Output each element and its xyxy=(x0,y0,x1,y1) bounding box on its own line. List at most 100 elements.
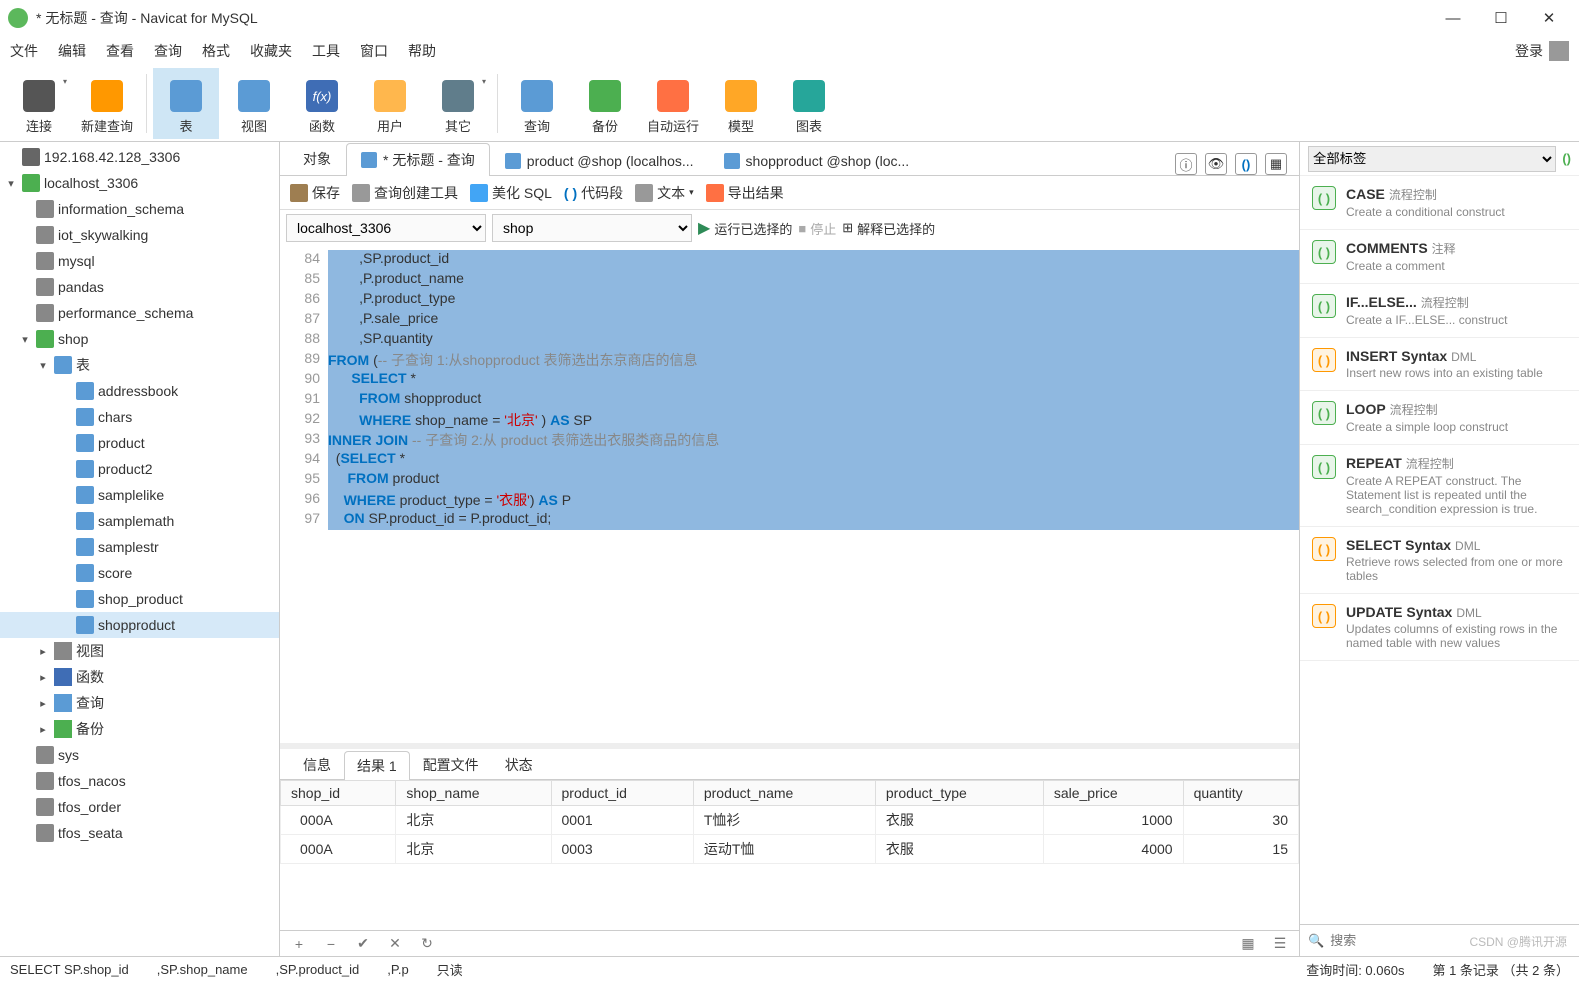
code-area[interactable]: ,SP.product_id ,P.product_name ,P.produc… xyxy=(328,246,1299,743)
table-item[interactable]: samplelike xyxy=(0,482,279,508)
menu-view[interactable]: 查看 xyxy=(106,41,134,61)
menu-edit[interactable]: 编辑 xyxy=(58,41,86,61)
connection-row: localhost_3306 shop ▶运行已选择的 ■停止 ⊞解释已选择的 xyxy=(280,210,1299,246)
db-item[interactable]: sys xyxy=(0,742,279,768)
connection-select[interactable]: localhost_3306 xyxy=(286,214,486,242)
snippet-item[interactable]: ( )INSERT SyntaxDMLInsert new rows into … xyxy=(1300,338,1579,391)
tb-chart[interactable]: 图表 xyxy=(776,68,842,139)
app-icon xyxy=(8,8,28,28)
snippet-item[interactable]: ( )IF...ELSE...流程控制Create a IF...ELSE...… xyxy=(1300,284,1579,338)
rtab-profile[interactable]: 配置文件 xyxy=(410,750,492,779)
stop-button[interactable]: ■停止 xyxy=(798,219,836,238)
db-item[interactable]: performance_schema xyxy=(0,300,279,326)
menu-format[interactable]: 格式 xyxy=(202,41,230,61)
snippet-item[interactable]: ( )CASE流程控制Create a conditional construc… xyxy=(1300,176,1579,230)
snippet-item[interactable]: ( )LOOP流程控制Create a simple loop construc… xyxy=(1300,391,1579,445)
tb-newquery[interactable]: 新建查询 xyxy=(74,68,140,139)
rtab-status[interactable]: 状态 xyxy=(492,750,546,779)
menu-tools[interactable]: 工具 xyxy=(312,41,340,61)
tb-model[interactable]: 模型 xyxy=(708,68,774,139)
save-button[interactable]: 保存 xyxy=(290,183,340,203)
snippet-item[interactable]: ( )REPEAT流程控制Create A REPEAT construct. … xyxy=(1300,445,1579,527)
refresh-button[interactable]: ↻ xyxy=(416,934,438,954)
backup-folder[interactable]: ▸备份 xyxy=(0,716,279,742)
minimize-button[interactable]: — xyxy=(1431,4,1475,32)
login-link[interactable]: 登录 xyxy=(1515,41,1543,61)
form-view-icon[interactable]: ☰ xyxy=(1269,934,1291,954)
table-item[interactable]: product2 xyxy=(0,456,279,482)
db-item[interactable]: information_schema xyxy=(0,196,279,222)
tb-user[interactable]: 用户 xyxy=(357,68,423,139)
rtab-result[interactable]: 结果 1 xyxy=(344,751,410,780)
snippet-item[interactable]: ( )SELECT SyntaxDMLRetrieve rows selecte… xyxy=(1300,527,1579,594)
tb-backup[interactable]: 备份 xyxy=(572,68,638,139)
conn-item[interactable]: 192.168.42.128_3306 xyxy=(0,144,279,170)
apply-button[interactable]: ✔ xyxy=(352,934,374,954)
run-button[interactable]: ▶运行已选择的 xyxy=(698,218,792,238)
status-sql: SELECT SP.shop_id xyxy=(10,962,129,977)
tb-function[interactable]: f(x)函数 xyxy=(289,68,355,139)
add-row-button[interactable]: + xyxy=(288,934,310,954)
table-item[interactable]: samplestr xyxy=(0,534,279,560)
menu-help[interactable]: 帮助 xyxy=(408,41,436,61)
tb-table[interactable]: 表 xyxy=(153,68,219,139)
tab-shopproduct[interactable]: shopproduct @shop (loc... xyxy=(709,146,925,175)
cancel-button[interactable]: ✕ xyxy=(384,934,406,954)
tab-objects[interactable]: 对象 xyxy=(288,142,346,175)
db-item[interactable]: pandas xyxy=(0,274,279,300)
snippet-button[interactable]: ( )代码段 xyxy=(564,183,623,203)
tb-query[interactable]: 查询 xyxy=(504,68,570,139)
tab-untitled-query[interactable]: * 无标题 - 查询 xyxy=(346,143,490,176)
table-item[interactable]: shop_product xyxy=(0,586,279,612)
database-select[interactable]: shop xyxy=(492,214,692,242)
sql-editor[interactable]: 8485868788899091929394959697 ,SP.product… xyxy=(280,246,1299,743)
eye-icon[interactable]: 👁 xyxy=(1205,153,1227,175)
text-button[interactable]: 文本▾ xyxy=(635,183,694,203)
tb-other[interactable]: 其它 xyxy=(425,68,491,139)
functions-folder[interactable]: ▸函数 xyxy=(0,664,279,690)
tb-autorun[interactable]: 自动运行 xyxy=(640,68,706,139)
table-item[interactable]: addressbook xyxy=(0,378,279,404)
grid-view-icon[interactable]: ▦ xyxy=(1237,934,1259,954)
avatar-icon[interactable] xyxy=(1549,41,1569,61)
db-item[interactable]: tfos_nacos xyxy=(0,768,279,794)
db-item[interactable]: mysql xyxy=(0,248,279,274)
explain-button[interactable]: ⊞解释已选择的 xyxy=(842,219,935,238)
builder-button[interactable]: 查询创建工具 xyxy=(352,183,458,203)
table-item-selected[interactable]: shopproduct xyxy=(0,612,279,638)
tb-connect[interactable]: 连接 xyxy=(6,68,72,139)
result-grid[interactable]: shop_idshop_nameproduct_idproduct_namepr… xyxy=(280,780,1299,930)
conn-item[interactable]: ▾localhost_3306 xyxy=(0,170,279,196)
export-button[interactable]: 导出结果 xyxy=(706,183,784,203)
views-folder[interactable]: ▸视图 xyxy=(0,638,279,664)
queries-folder[interactable]: ▸查询 xyxy=(0,690,279,716)
table-item[interactable]: chars xyxy=(0,404,279,430)
snippet-item[interactable]: ( )UPDATE SyntaxDMLUpdates columns of ex… xyxy=(1300,594,1579,661)
rtab-info[interactable]: 信息 xyxy=(290,750,344,779)
table-item[interactable]: samplemath xyxy=(0,508,279,534)
tb-view[interactable]: 视图 xyxy=(221,68,287,139)
table-item[interactable]: score xyxy=(0,560,279,586)
tag-select[interactable]: 全部标签 xyxy=(1308,146,1556,172)
tab-product[interactable]: product @shop (localhos... xyxy=(490,146,709,175)
close-button[interactable]: ✕ xyxy=(1527,4,1571,32)
delete-row-button[interactable]: − xyxy=(320,934,342,954)
menu-window[interactable]: 窗口 xyxy=(360,41,388,61)
grid-icon[interactable]: ▦ xyxy=(1265,153,1287,175)
add-snippet-icon[interactable]: () xyxy=(1562,151,1571,166)
menu-query[interactable]: 查询 xyxy=(154,41,182,61)
menu-file[interactable]: 文件 xyxy=(10,41,38,61)
editor-tabs: 对象 * 无标题 - 查询 product @shop (localhos...… xyxy=(280,142,1299,176)
info-icon[interactable]: ⓘ xyxy=(1175,153,1197,175)
db-item[interactable]: iot_skywalking xyxy=(0,222,279,248)
db-shop[interactable]: ▾shop xyxy=(0,326,279,352)
snippet-item[interactable]: ( )COMMENTS注释Create a comment xyxy=(1300,230,1579,284)
braces-icon[interactable]: () xyxy=(1235,153,1257,175)
table-item[interactable]: product xyxy=(0,430,279,456)
menu-fav[interactable]: 收藏夹 xyxy=(250,41,292,61)
db-item[interactable]: tfos_order xyxy=(0,794,279,820)
tables-folder[interactable]: ▾表 xyxy=(0,352,279,378)
db-item[interactable]: tfos_seata xyxy=(0,820,279,846)
maximize-button[interactable]: ☐ xyxy=(1479,4,1523,32)
beautify-button[interactable]: 美化 SQL xyxy=(470,183,552,203)
